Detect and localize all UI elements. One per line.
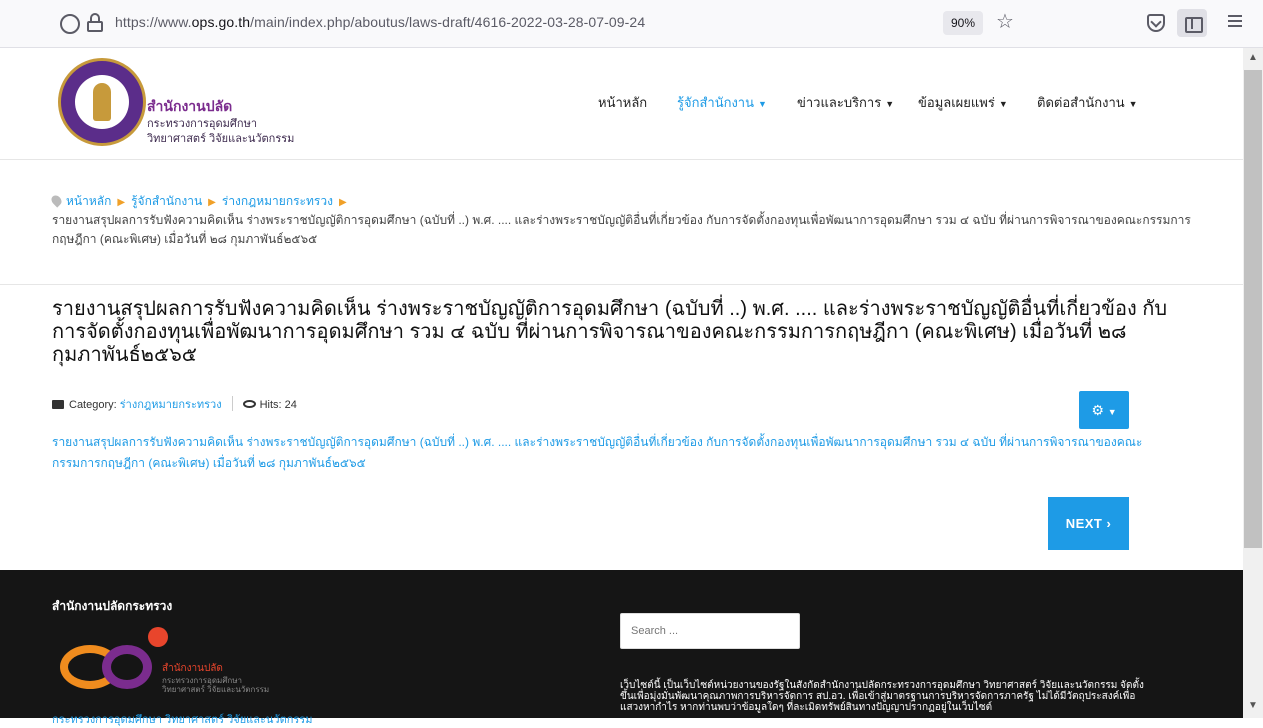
bookmark-star-icon[interactable]: ☆ [996, 9, 1014, 34]
site-header: สำนักงานปลัด กระทรวงการอุดมศึกษา วิทยาศา… [0, 48, 1243, 160]
article-meta: Category: ร่างกฎหมายกระทรวง Hits: 24 [52, 395, 297, 413]
chevron-down-icon: ▼ [998, 99, 1008, 109]
breadcrumb-separator-icon: ▶ [338, 197, 347, 208]
ops-footer-logo [60, 627, 168, 691]
hamburger-menu-icon[interactable] [1228, 15, 1242, 29]
zoom-level-button[interactable]: 90% [943, 11, 983, 35]
breadcrumb-separator-icon: ▶ [117, 197, 126, 208]
address-bar[interactable]: https://www.ops.go.th/main/index.php/abo… [115, 14, 645, 30]
scroll-thumb[interactable] [1244, 70, 1262, 548]
breadcrumb-about[interactable]: รู้จักสำนักงาน [131, 194, 202, 208]
category-link[interactable]: ร่างกฎหมายกระทรวง [120, 399, 222, 411]
logo-org-sub2: วิทยาศาสตร์ วิจัยและนวัตกรรม [147, 133, 295, 145]
nav-item-about[interactable]: รู้จักสำนักงาน ▼ [677, 92, 767, 113]
nav-item-contact[interactable]: ติดต่อสำนักงาน ▼ [1037, 92, 1138, 113]
nav-item-publications[interactable]: ข้อมูลเผยแพร่ ▼ [918, 92, 1008, 113]
footer-logo-sub2: วิทยาศาสตร์ วิจัยและนวัตกรรม [162, 685, 270, 694]
reader-view-icon[interactable] [1177, 9, 1207, 37]
chevron-down-icon: ▼ [885, 99, 895, 109]
section-divider [0, 284, 1243, 285]
nav-label: ติดต่อสำนักงาน [1037, 95, 1125, 110]
nav-label: รู้จักสำนักงาน [677, 95, 754, 110]
footer-heading: สำนักงานปลัดกระทรวง [52, 599, 173, 613]
gear-icon: ⚙ [1091, 402, 1104, 418]
scroll-down-arrow-icon[interactable]: ▼ [1248, 700, 1258, 711]
meta-divider [231, 396, 233, 411]
pocket-icon[interactable] [1147, 14, 1165, 32]
footer-ministry-link[interactable]: กระทรวงการอุดมศึกษา วิทยาศาสตร์ วิจัยและ… [52, 710, 312, 728]
eye-icon [242, 400, 256, 408]
url-prefix: https://www. [115, 14, 192, 30]
chevron-down-icon: ▼ [1128, 99, 1138, 109]
ministry-seal-logo[interactable] [58, 58, 146, 146]
article-tools-dropdown-button[interactable]: ⚙ ▼ [1079, 391, 1129, 429]
footer-description: เว็บไซต์นี้ เป็นเว็บไซต์หน่วยงานของรัฐใน… [620, 680, 1144, 713]
url-path: /main/index.php/aboutus/laws-draft/4616-… [250, 14, 646, 30]
nav-item-news[interactable]: ข่าวและบริการ ▼ [797, 92, 894, 113]
caret-down-icon: ▼ [1107, 407, 1117, 417]
breadcrumb: หน้าหลัก ▶ รู้จักสำนักงาน ▶ ร่างกฎหมายกระทรว… [49, 192, 353, 211]
folder-icon [52, 400, 64, 409]
hits-count: Hits: 24 [259, 399, 297, 411]
chevron-down-icon: ▼ [758, 99, 767, 109]
scroll-up-arrow-icon[interactable]: ▲ [1248, 52, 1258, 63]
lock-icon[interactable] [87, 13, 103, 33]
tracking-protection-icon[interactable] [60, 14, 80, 34]
page-scrollbar[interactable]: ▲ ▼ [1243, 48, 1263, 718]
next-article-button[interactable]: NEXT › [1048, 497, 1129, 550]
article-document-link[interactable]: รายงานสรุปผลการรับฟังความคิดเห็น ร่างพระ… [52, 432, 1162, 474]
browser-toolbar: https://www.ops.go.th/main/index.php/abo… [0, 0, 1263, 48]
nav-label: หน้าหลัก [598, 95, 648, 110]
breadcrumb-home[interactable]: หน้าหลัก [66, 194, 111, 208]
footer-search-input[interactable] [620, 613, 800, 649]
category-label: Category: [69, 399, 120, 411]
site-footer: สำนักงานปลัดกระทรวง สำนักงานปลัด กระทรวง… [0, 570, 1243, 726]
breadcrumb-separator-icon: ▶ [208, 197, 216, 208]
nav-item-home[interactable]: หน้าหลัก [598, 92, 647, 113]
atom-icon [148, 627, 168, 647]
article-title: รายงานสรุปผลการรับฟังความคิดเห็น ร่างพระ… [52, 298, 1168, 366]
nav-label: ข่าวและบริการ [797, 95, 882, 110]
nav-label: ข้อมูลเผยแพร่ [918, 95, 995, 110]
breadcrumb-current-page: รายงานสรุปผลการรับฟังความคิดเห็น ร่างพระ… [52, 213, 1191, 246]
breadcrumb-laws-draft[interactable]: ร่างกฎหมายกระทรวง [222, 194, 333, 208]
url-domain: ops.go.th [191, 14, 251, 30]
location-pin-icon [49, 193, 64, 208]
